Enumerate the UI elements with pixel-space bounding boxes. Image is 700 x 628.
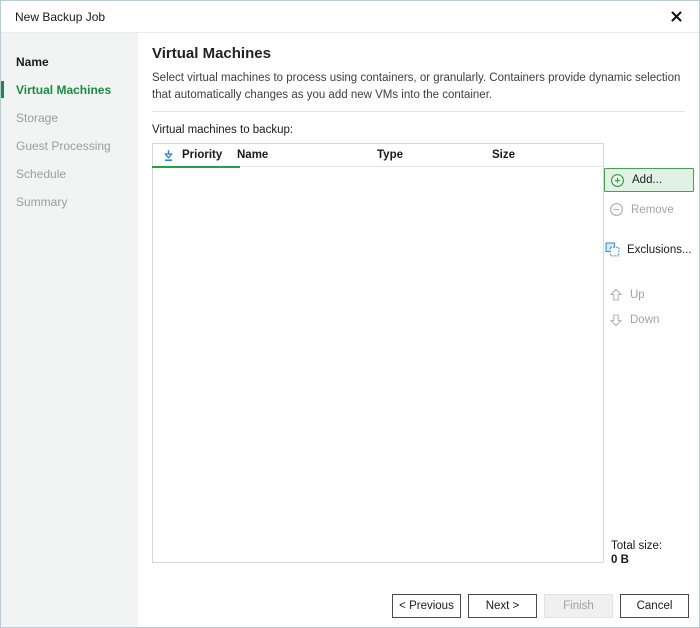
sidebar-item-label: Name xyxy=(16,55,49,69)
add-circle-icon xyxy=(610,173,625,188)
priority-sort-icon[interactable] xyxy=(162,149,175,162)
sidebar-item-label: Guest Processing xyxy=(16,139,111,153)
sidebar-item-label: Storage xyxy=(16,111,58,125)
section-divider xyxy=(152,111,685,112)
finish-button[interactable]: Finish xyxy=(544,594,613,618)
sidebar-item-name[interactable]: Name xyxy=(1,48,138,76)
down-button-label: Down xyxy=(630,314,659,326)
window-title: New Backup Job xyxy=(15,10,105,24)
total-size-label: Total size: xyxy=(611,540,662,552)
title-bar: New Backup Job xyxy=(1,1,699,33)
dialog-body: Name Virtual Machines Storage Guest Proc… xyxy=(1,33,699,627)
sidebar-item-guest-processing[interactable]: Guest Processing xyxy=(1,132,138,160)
sidebar-item-label: Schedule xyxy=(16,167,66,181)
remove-button-label: Remove xyxy=(631,204,674,216)
sidebar-item-storage[interactable]: Storage xyxy=(1,104,138,132)
vm-table-body-empty[interactable] xyxy=(153,168,603,562)
wizard-steps-sidebar: Name Virtual Machines Storage Guest Proc… xyxy=(1,33,138,627)
sidebar-item-summary[interactable]: Summary xyxy=(1,188,138,216)
wizard-footer-buttons: < Previous Next > Finish Cancel xyxy=(392,594,689,618)
close-icon xyxy=(671,11,682,22)
remove-button[interactable]: Remove xyxy=(609,202,674,217)
cancel-button[interactable]: Cancel xyxy=(620,594,689,618)
down-button[interactable]: Down xyxy=(609,313,659,327)
exclusions-icon xyxy=(605,242,620,257)
sidebar-item-schedule[interactable]: Schedule xyxy=(1,160,138,188)
arrow-down-icon xyxy=(609,313,623,327)
vm-list-label: Virtual machines to backup: xyxy=(152,124,293,136)
exclusions-button-label: Exclusions... xyxy=(627,244,692,256)
exclusions-button[interactable]: Exclusions... xyxy=(605,242,692,257)
remove-circle-icon xyxy=(609,202,624,217)
total-size-value: 0 B xyxy=(611,554,662,566)
sidebar-item-virtual-machines[interactable]: Virtual Machines xyxy=(1,76,138,104)
up-button-label: Up xyxy=(630,289,645,301)
page-description: Select virtual machines to process using… xyxy=(152,70,682,103)
sidebar-item-label: Summary xyxy=(16,195,67,209)
vm-table-header: Priority Name Type Size xyxy=(153,144,603,167)
add-button-label: Add... xyxy=(632,174,662,186)
column-header-size[interactable]: Size xyxy=(492,144,515,167)
up-button[interactable]: Up xyxy=(609,288,645,302)
arrow-up-icon xyxy=(609,288,623,302)
page-title: Virtual Machines xyxy=(152,45,271,62)
column-header-priority[interactable]: Priority xyxy=(182,144,222,167)
add-button[interactable]: Add... xyxy=(604,168,694,192)
previous-button[interactable]: < Previous xyxy=(392,594,461,618)
total-size: Total size: 0 B xyxy=(611,540,662,566)
close-button[interactable] xyxy=(665,6,687,28)
vm-table: Priority Name Type Size xyxy=(152,143,604,563)
sidebar-item-label: Virtual Machines xyxy=(16,83,111,97)
column-header-type[interactable]: Type xyxy=(377,144,403,167)
main-pane: Virtual Machines Select virtual machines… xyxy=(138,33,699,627)
new-backup-job-dialog: New Backup Job Name Virtual Machines Sto… xyxy=(0,0,700,628)
column-header-name[interactable]: Name xyxy=(237,144,268,167)
next-button[interactable]: Next > xyxy=(468,594,537,618)
active-step-indicator xyxy=(1,81,4,98)
